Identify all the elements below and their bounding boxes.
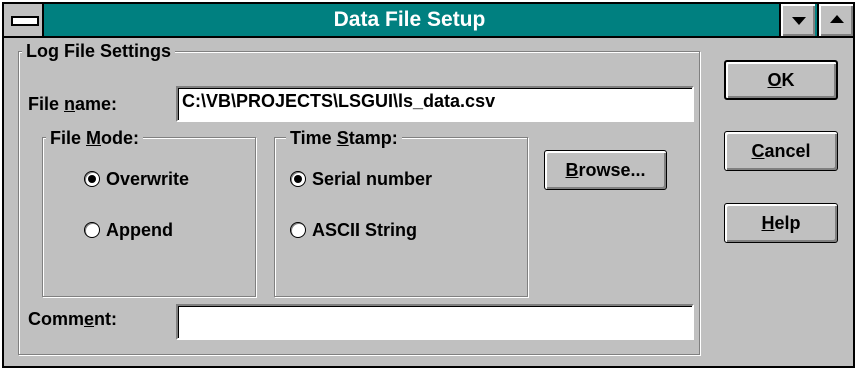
system-menu-icon	[11, 16, 39, 26]
comment-input[interactable]	[176, 304, 694, 340]
help-button[interactable]: Help	[724, 203, 838, 243]
title-bar[interactable]: Data File Setup	[4, 4, 853, 38]
maximize-arrow-icon	[830, 15, 844, 23]
serial-number-radio-label: Serial number	[312, 169, 433, 189]
cancel-button[interactable]: Cancel	[724, 131, 838, 171]
minimize-button[interactable]	[779, 4, 815, 36]
ascii-string-radio-label: ASCII String	[312, 220, 418, 240]
overwrite-radio-indicator	[84, 171, 100, 187]
minimize-arrow-icon	[792, 17, 806, 25]
comment-label: Comment:	[28, 309, 118, 329]
overwrite-radio-label: Overwrite	[106, 169, 190, 189]
file-name-input[interactable]: C:\VB\PROJECTS\LSGUI\ls_data.csv	[176, 86, 694, 122]
append-radio-indicator	[84, 222, 100, 238]
file-mode-group	[42, 137, 256, 297]
append-radio-label: Append	[106, 220, 173, 240]
browse-button[interactable]: Browse...	[544, 150, 667, 190]
time-stamp-group	[274, 137, 528, 297]
system-menu-button[interactable]	[4, 4, 44, 36]
file-name-label: File name:	[28, 94, 118, 114]
dialog-window: Data File Setup Log File Settings File n…	[2, 2, 855, 368]
maximize-button[interactable]	[817, 4, 853, 36]
serial-number-radio-indicator	[290, 171, 306, 187]
time-stamp-legend: Time Stamp:	[286, 127, 402, 149]
ascii-string-radio-indicator	[290, 222, 306, 238]
log-file-settings-legend: Log File Settings	[22, 40, 176, 62]
window-title: Data File Setup	[333, 8, 486, 31]
file-mode-legend: File Mode:	[46, 127, 144, 149]
ok-button[interactable]: OK	[724, 60, 838, 100]
